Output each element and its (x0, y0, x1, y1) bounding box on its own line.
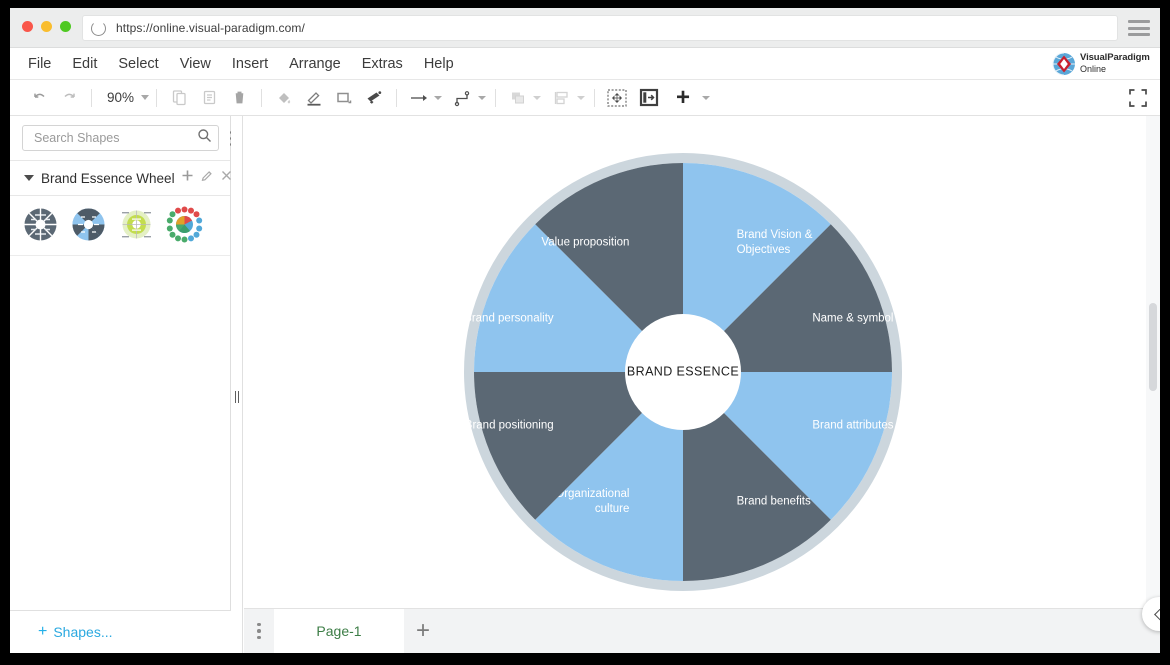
shape-group-title: Brand Essence Wheel (41, 171, 175, 186)
diagram-canvas[interactable]: Brand Vision &ObjectivesName & symbolBra… (244, 116, 1160, 608)
wheel-segment-label: Brand positioning (465, 420, 554, 432)
plus-icon: + (38, 624, 47, 640)
menu-item-view[interactable]: View (180, 56, 211, 72)
page-tab-bar: Page-1 + (244, 608, 1160, 653)
wheel-segment-label: Brand attributes (812, 420, 893, 432)
minimize-window-button[interactable] (41, 21, 52, 32)
browser-title-bar: https://online.visual-paradigm.com/ (10, 8, 1160, 48)
delete-icon[interactable] (226, 85, 252, 111)
visual-paradigm-logo[interactable]: VisualParadigm Online (1052, 50, 1150, 77)
bring-to-front-icon[interactable] (505, 85, 531, 111)
wheel-segment-label: Name & symbol (812, 312, 893, 324)
fit-to-page-icon[interactable] (604, 85, 630, 111)
brand-subtitle: Online (1080, 64, 1150, 75)
add-shape-icon[interactable]: + (670, 85, 696, 111)
shapes-panel: Brand Essence Wheel (10, 116, 231, 653)
maximize-window-button[interactable] (60, 21, 71, 32)
page-tab-page-1[interactable]: Page-1 (274, 609, 404, 653)
wheel-thumb-multicolor-bubbles[interactable] (166, 206, 203, 243)
more-shapes-button[interactable]: + Shapes... (10, 610, 231, 653)
refresh-icon[interactable] (91, 21, 106, 36)
menu-item-insert[interactable]: Insert (232, 56, 268, 72)
more-shapes-label: Shapes... (53, 624, 112, 640)
close-window-button[interactable] (22, 21, 33, 32)
hamburger-menu-icon[interactable] (1128, 20, 1150, 36)
undo-icon[interactable] (26, 85, 52, 111)
chevron-left-icon (1154, 608, 1160, 621)
chevron-down-icon[interactable] (434, 96, 442, 100)
copy-icon[interactable] (166, 85, 192, 111)
wheel-thumb-green-radial[interactable] (118, 206, 155, 243)
paste-icon[interactable] (196, 85, 222, 111)
add-page-button[interactable]: + (404, 609, 442, 653)
plus-icon[interactable] (180, 168, 195, 188)
chevron-down-icon[interactable] (702, 96, 710, 100)
search-icon[interactable] (197, 128, 212, 148)
shape-style-icon[interactable] (331, 85, 357, 111)
search-shapes-field[interactable] (32, 130, 197, 146)
brand-name: VisualParadigm (1080, 53, 1150, 64)
vertical-scrollbar-thumb[interactable] (1149, 303, 1157, 391)
editor-toolbar: 90% (10, 80, 1160, 116)
chevron-down-icon[interactable] (24, 175, 34, 181)
window-traffic-lights (22, 21, 71, 32)
address-bar-url: https://online.visual-paradigm.com/ (116, 21, 305, 35)
brand-essence-wheel-diagram[interactable]: Brand Vision &ObjectivesName & symbolBra… (244, 116, 1160, 608)
zoom-level-value: 90% (107, 90, 134, 105)
wheel-center-label: BRAND ESSENCE (627, 364, 739, 378)
align-icon[interactable] (549, 85, 575, 111)
chevron-down-icon[interactable] (141, 95, 149, 100)
zoom-control[interactable]: 90% (107, 90, 149, 105)
shape-group-header[interactable]: Brand Essence Wheel (10, 161, 230, 196)
menu-item-select[interactable]: Select (118, 56, 158, 72)
format-painter-icon[interactable] (361, 85, 387, 111)
splitter-grip[interactable] (235, 391, 239, 403)
chevron-down-icon[interactable] (577, 96, 585, 100)
fill-color-icon[interactable] (271, 85, 297, 111)
arrow-connector-icon[interactable] (406, 85, 432, 111)
redo-icon[interactable] (56, 85, 82, 111)
shape-thumbnail-grid (10, 196, 230, 256)
wheel-segment-label: Value proposition (541, 237, 629, 249)
globe-diamond-icon (1052, 52, 1076, 76)
address-bar[interactable]: https://online.visual-paradigm.com/ (82, 15, 1118, 41)
chevron-down-icon[interactable] (478, 96, 486, 100)
fit-to-width-icon[interactable] (636, 85, 662, 111)
kebab-menu-icon[interactable] (244, 609, 274, 653)
menu-item-help[interactable]: Help (424, 56, 454, 72)
menu-item-extras[interactable]: Extras (362, 56, 403, 72)
search-input[interactable] (22, 125, 219, 151)
wheel-segment-label: Brand benefits (737, 495, 811, 507)
chevron-down-icon[interactable] (533, 96, 541, 100)
application-window: https://online.visual-paradigm.com/ File… (10, 8, 1160, 653)
wheel-thumb-dark-spoke[interactable] (22, 206, 59, 243)
search-row (10, 116, 230, 161)
waypoint-connector-icon[interactable] (450, 85, 476, 111)
menu-bar: File Edit Select View Insert Arrange Ext… (10, 48, 1160, 80)
wheel-segment-label: Brand personality (464, 312, 554, 324)
panel-splitter[interactable] (231, 116, 243, 653)
menu-item-file[interactable]: File (28, 56, 51, 72)
line-color-icon[interactable] (301, 85, 327, 111)
fullscreen-icon[interactable] (1128, 88, 1148, 113)
brand-wordmark: VisualParadigm Online (1080, 53, 1150, 74)
menu-item-edit[interactable]: Edit (72, 56, 97, 72)
menu-item-arrange[interactable]: Arrange (289, 56, 341, 72)
wheel-thumb-blue-spoke[interactable] (70, 206, 107, 243)
pencil-icon[interactable] (200, 169, 214, 188)
